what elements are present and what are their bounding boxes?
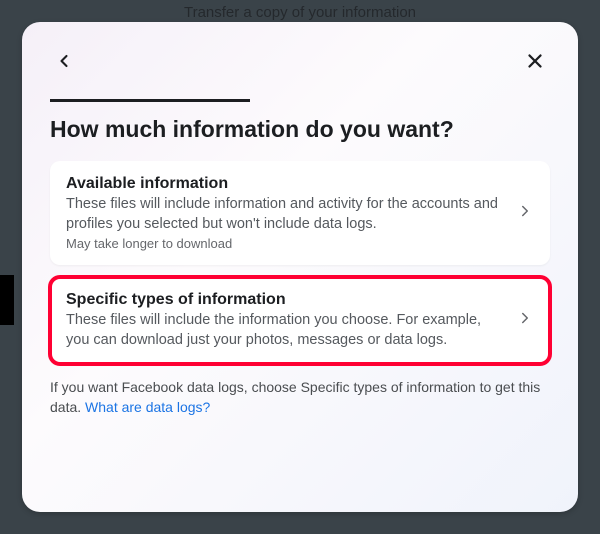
chevron-right-icon xyxy=(516,202,534,225)
option-title: Available information xyxy=(66,175,504,193)
data-logs-link[interactable]: What are data logs? xyxy=(85,399,210,415)
modal-dialog: How much information do you want? Availa… xyxy=(22,22,578,512)
option-content: Specific types of information These file… xyxy=(66,291,516,350)
option-description: These files will include the information… xyxy=(66,311,504,350)
option-description: These files will include information and… xyxy=(66,195,504,234)
option-specific-types[interactable]: Specific types of information These file… xyxy=(50,277,550,364)
chevron-left-icon xyxy=(54,51,74,74)
modal-header xyxy=(50,46,550,79)
progress-bar xyxy=(50,99,250,102)
progress-indicator xyxy=(50,99,550,102)
option-content: Available information These files will i… xyxy=(66,175,516,251)
close-button[interactable] xyxy=(520,46,550,79)
footer-text: If you want Facebook data logs, choose S… xyxy=(50,378,550,417)
close-icon xyxy=(524,50,546,75)
option-available-information[interactable]: Available information These files will i… xyxy=(50,161,550,265)
option-title: Specific types of information xyxy=(66,291,504,309)
back-button[interactable] xyxy=(50,47,78,78)
page-title: How much information do you want? xyxy=(50,116,550,143)
option-note: May take longer to download xyxy=(66,236,504,251)
chevron-right-icon xyxy=(516,309,534,332)
backdrop-title: Transfer a copy of your information xyxy=(8,2,592,23)
backdrop-strip xyxy=(0,275,14,325)
